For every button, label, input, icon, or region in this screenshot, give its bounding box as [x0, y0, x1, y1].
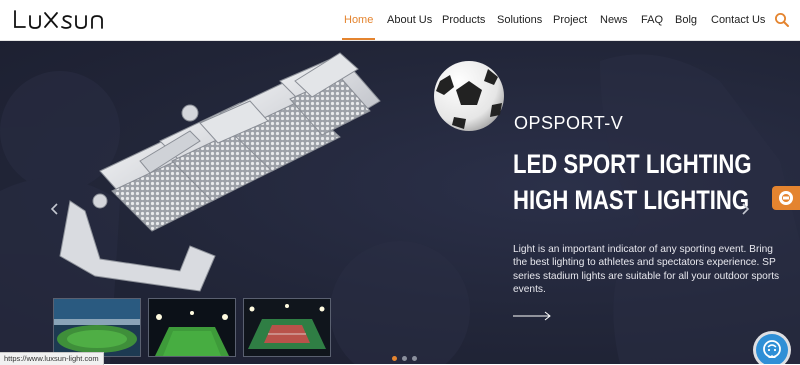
chat-button[interactable] — [756, 334, 788, 364]
hero-subtitle: OPSPORT-V — [514, 113, 624, 133]
slide-dot-3[interactable] — [412, 356, 417, 361]
nav-bolg[interactable]: Bolg — [675, 0, 697, 40]
thumbnail-football-field[interactable] — [148, 298, 236, 357]
slider-pagination — [392, 356, 417, 361]
brand-logo[interactable] — [12, 7, 108, 31]
side-service-widget[interactable] — [772, 186, 800, 210]
chevron-left-icon[interactable] — [48, 202, 62, 216]
hero-description: Light is an important indicator of any s… — [513, 244, 780, 296]
stadium-thumbnail-icon — [54, 299, 140, 356]
soccer-ball-image — [434, 61, 504, 131]
site-header: Home About Us Products Solutions Project… — [0, 0, 800, 41]
nav-home-label: Home — [344, 14, 374, 26]
hero-headline-1: LED SPORT LIGHTING — [513, 149, 752, 179]
nav-project[interactable]: Project — [553, 0, 587, 40]
hero-banner: OPSPORT-V LED SPORT LIGHTING HIGH MAST L… — [0, 41, 800, 364]
thumbnail-stadium[interactable] — [53, 298, 141, 357]
nav-faq[interactable]: FAQ — [641, 0, 663, 40]
search-icon[interactable] — [774, 12, 790, 28]
nav-products[interactable]: Products — [442, 0, 485, 40]
chat-support-icon — [763, 340, 781, 358]
nav-solutions[interactable]: Solutions — [497, 0, 542, 40]
headset-icon — [779, 191, 793, 205]
active-underline — [342, 38, 376, 40]
nav-home[interactable]: Home — [342, 0, 376, 40]
slide-dot-1[interactable] — [392, 356, 397, 361]
status-bar-url: https://www.luxsun-light.com — [0, 352, 104, 365]
slide-dot-2[interactable] — [402, 356, 407, 361]
nav-news[interactable]: News — [600, 0, 628, 40]
football-field-thumbnail-icon — [149, 299, 235, 356]
chevron-right-icon[interactable] — [738, 202, 752, 216]
luxsun-logo-icon — [14, 10, 103, 29]
stadium-light-fixture-image — [59, 52, 381, 292]
tennis-court-thumbnail-icon — [244, 299, 330, 356]
nav-about-us[interactable]: About Us — [387, 0, 432, 40]
arrow-right-icon[interactable] — [513, 310, 553, 322]
thumbnail-tennis-court[interactable] — [243, 298, 331, 357]
nav-contact-us[interactable]: Contact Us — [711, 0, 765, 40]
hero-headline-2: HIGH MAST LIGHTING — [513, 185, 750, 215]
